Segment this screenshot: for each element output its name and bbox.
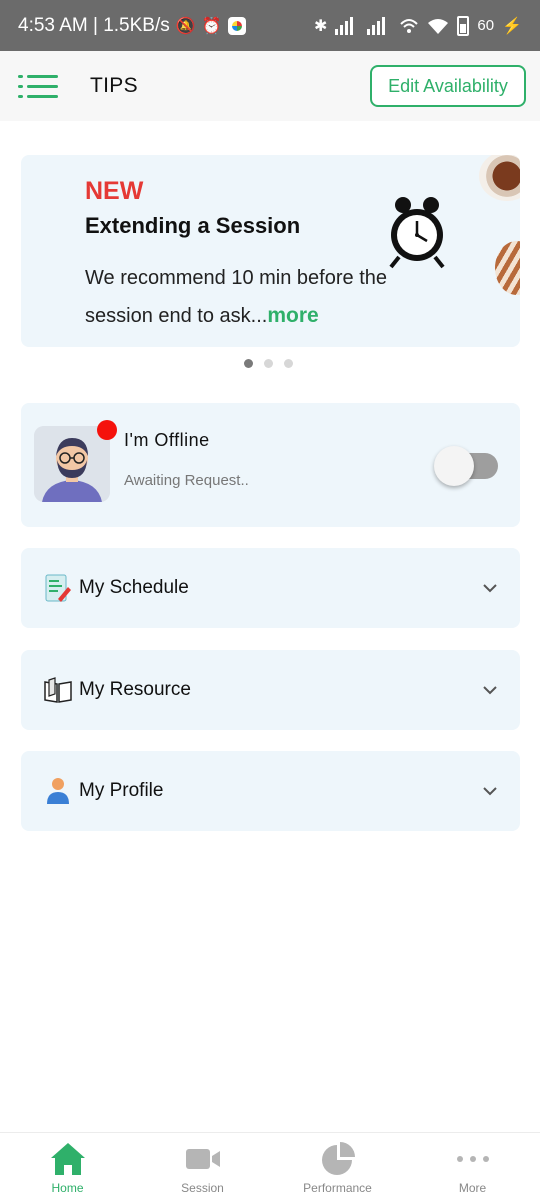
avatar: [34, 426, 110, 502]
section-my-profile[interactable]: My Profile: [21, 751, 520, 831]
chevron-down-icon: [483, 787, 497, 796]
tip-more-link[interactable]: more: [267, 304, 318, 327]
chevron-down-icon: [483, 686, 497, 695]
section-label: My Schedule: [79, 577, 189, 598]
battery-icon: [457, 15, 470, 36]
nav-session[interactable]: Session: [135, 1133, 270, 1200]
wifi-icon: [428, 18, 449, 34]
charging-icon: ⚡: [502, 17, 522, 35]
signal-icon: [335, 16, 354, 35]
nav-label: Performance: [303, 1181, 372, 1195]
nav-home[interactable]: Home: [0, 1133, 135, 1200]
online-toggle[interactable]: [434, 445, 500, 486]
status-bar: 4:53 AM | 1.5KB/s 🔕 ⏰ ✱ 60 ⚡: [0, 0, 540, 51]
cookie-decoration: [495, 241, 520, 295]
home-icon: [50, 1141, 86, 1177]
menu-icon[interactable]: [18, 73, 58, 99]
hotspot-icon: [400, 18, 419, 33]
nav-label: Home: [51, 1181, 84, 1195]
profile-icon: [43, 776, 73, 806]
pager-dot[interactable]: [264, 359, 273, 368]
edit-availability-button[interactable]: Edit Availability: [370, 65, 526, 107]
nav-more[interactable]: More: [405, 1133, 540, 1200]
coffee-cup-decoration: [479, 155, 520, 201]
pager-dot[interactable]: [284, 359, 293, 368]
status-subtitle: Awaiting Request..: [124, 472, 249, 489]
chevron-down-icon: [483, 584, 497, 593]
availability-status-card: I'm Offline Awaiting Request..: [21, 403, 520, 527]
bottom-navigation: Home Session Performance More: [0, 1132, 540, 1200]
video-icon: [185, 1141, 221, 1177]
tip-title: Extending a Session: [85, 213, 301, 238]
pie-chart-icon: [320, 1141, 356, 1177]
section-my-resource[interactable]: My Resource: [21, 650, 520, 730]
nav-label: Session: [181, 1181, 224, 1195]
bluetooth-icon: ✱: [313, 17, 328, 35]
section-label: My Resource: [79, 679, 191, 700]
more-dots-icon: [455, 1141, 491, 1177]
pager-dot[interactable]: [244, 359, 253, 368]
app-bar: TIPS Edit Availability: [0, 51, 540, 121]
section-label: My Profile: [79, 780, 164, 801]
app-notification-icon: [227, 16, 246, 35]
section-my-schedule[interactable]: My Schedule: [21, 548, 520, 628]
tip-body: We recommend 10 min before the session e…: [85, 259, 405, 335]
book-icon: [43, 675, 73, 705]
nav-label: More: [458, 1181, 487, 1195]
status-title: I'm Offline: [124, 430, 210, 450]
alarm-icon: ⏰: [201, 17, 222, 35]
nav-performance[interactable]: Performance: [270, 1133, 405, 1200]
schedule-icon: [43, 573, 73, 603]
carousel-pager[interactable]: [244, 359, 293, 368]
battery-level: 60: [477, 17, 495, 34]
mute-bell-icon: 🔕: [175, 17, 196, 35]
status-time-speed: 4:53 AM | 1.5KB/s: [18, 14, 170, 36]
new-badge: NEW: [85, 177, 144, 205]
tip-carousel-card[interactable]: NEW Extending a Session We recommend 10 …: [21, 155, 520, 347]
signal-icon-2: [367, 16, 386, 35]
offline-indicator-dot: [97, 420, 117, 440]
alarm-clock-icon: [389, 197, 445, 269]
page-title: TIPS: [90, 74, 138, 97]
tip-body-text: We recommend 10 min before the session e…: [85, 267, 388, 327]
